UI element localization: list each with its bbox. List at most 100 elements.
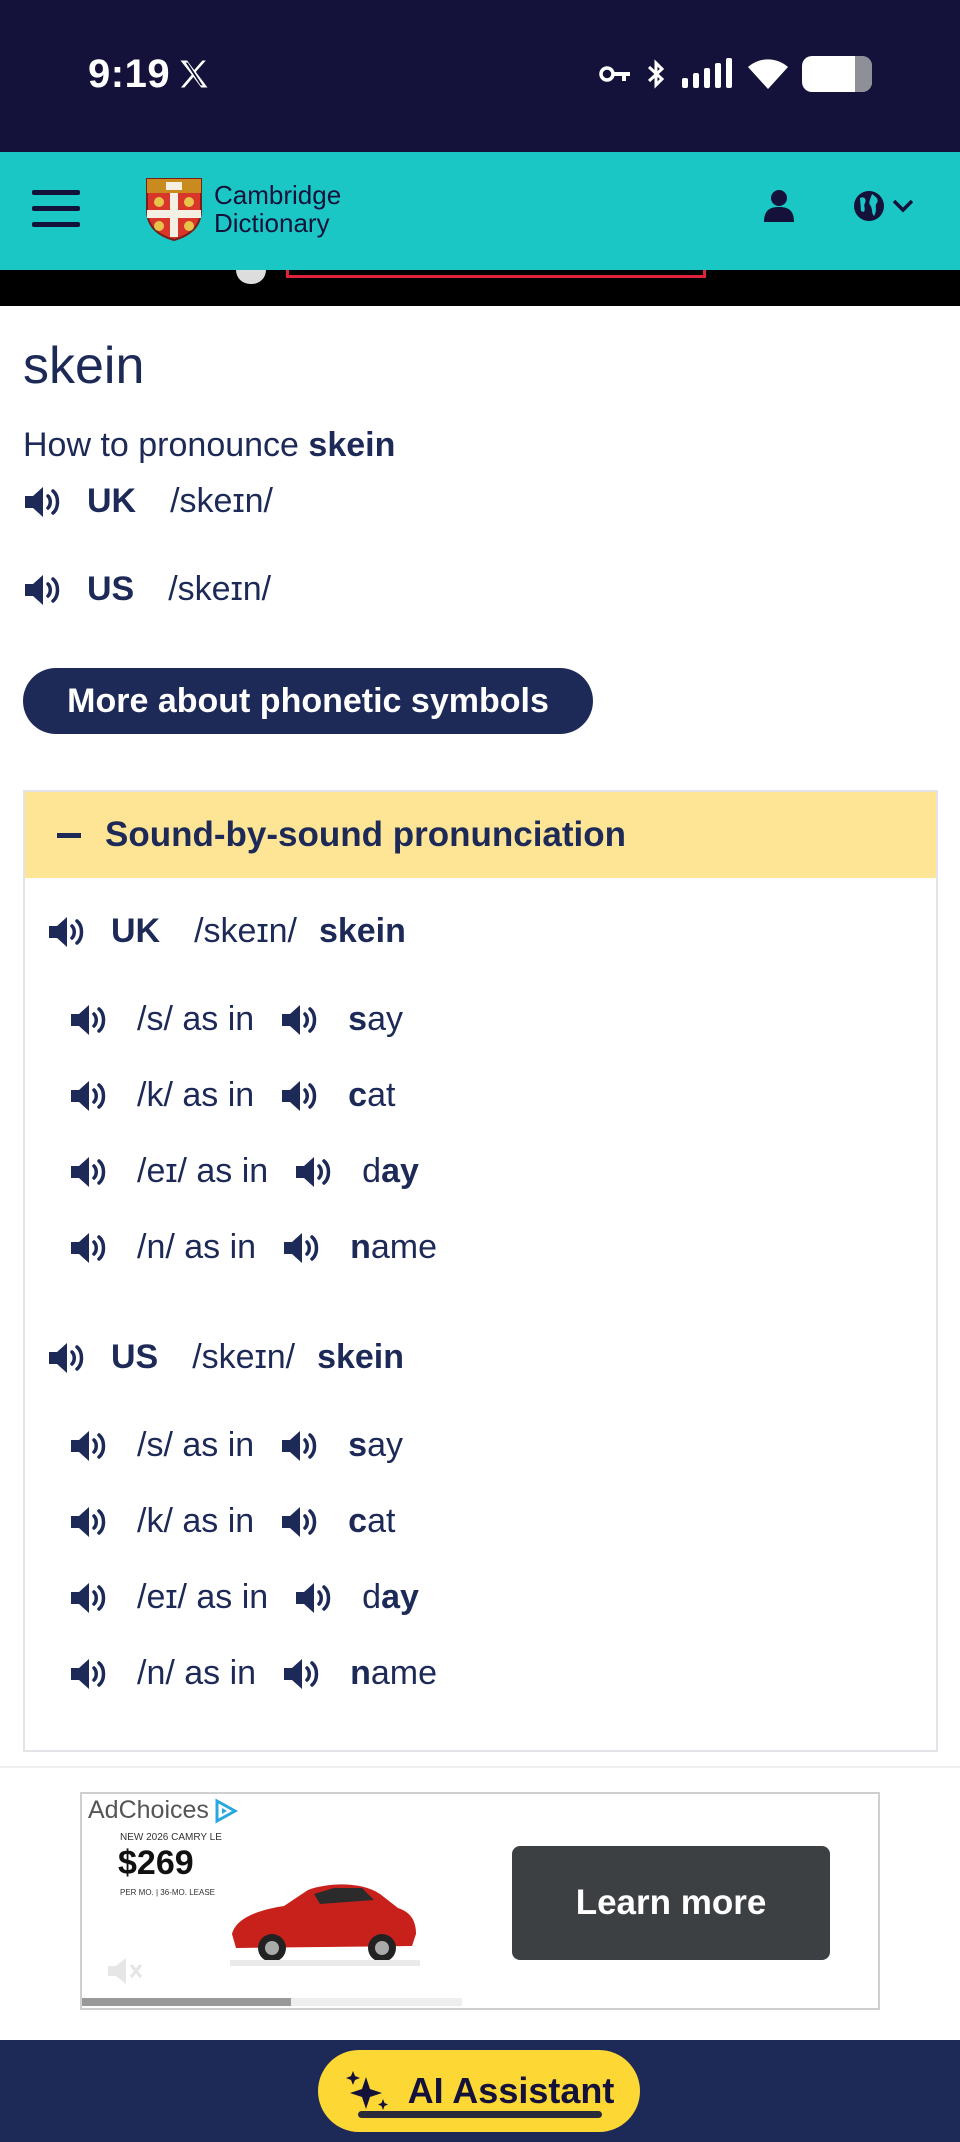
how-to-pronounce: How to pronounce skein (23, 426, 395, 465)
language-selector[interactable] (852, 188, 928, 224)
example-word: name (350, 1654, 437, 1692)
speaker-icon[interactable] (280, 1504, 322, 1540)
phoneme-label: /eɪ/ as in (137, 1578, 269, 1616)
sbs-uk-row: UK /skeɪn/ skein (47, 912, 406, 951)
phoneme-label: /k/ as in (137, 1502, 255, 1540)
uk-label: UK (87, 482, 137, 520)
sound-row: /eɪ/ as in day (69, 1578, 419, 1617)
ad-video-progress (82, 1998, 462, 2006)
sound-by-sound-header[interactable]: Sound-by-sound pronunciation (25, 792, 936, 878)
sbs-us-row: US /skeɪn/ skein (47, 1338, 404, 1377)
speaker-icon[interactable] (69, 1154, 111, 1190)
example-word: day (362, 1152, 419, 1190)
search-strip-bar[interactable] (286, 270, 706, 278)
phoneme-label: /n/ as in (137, 1228, 257, 1266)
speaker-icon[interactable] (47, 914, 89, 950)
learn-more-button[interactable]: Learn more (512, 1846, 830, 1960)
speaker-icon[interactable] (69, 1580, 111, 1616)
adchoices-link[interactable]: AdChoices (88, 1796, 239, 1825)
sbs-us-ipa: /skeɪn/ (192, 1338, 296, 1376)
status-icons (598, 56, 872, 92)
ad-model: NEW 2026 CAMRY LE (120, 1832, 222, 1843)
bottom-bar: AI Assistant (0, 2040, 960, 2142)
example-word: cat (348, 1502, 396, 1540)
user-icon[interactable] (762, 188, 796, 224)
speaker-icon[interactable] (282, 1656, 324, 1692)
signal-icon (682, 58, 732, 88)
sound-row: /k/ as in cat (69, 1502, 395, 1541)
sound-row: /k/ as in cat (69, 1076, 395, 1115)
speaker-icon[interactable] (69, 1078, 111, 1114)
x-app-icon (180, 60, 208, 88)
sbs-us-label: US (111, 1338, 159, 1376)
example-word: cat (348, 1076, 396, 1114)
speaker-icon[interactable] (280, 1428, 322, 1464)
status-time: 9:19 (88, 52, 171, 96)
phoneme-label: /s/ as in (137, 1000, 255, 1038)
bluetooth-icon (647, 59, 665, 89)
ai-assistant-label: AI Assistant (407, 2070, 615, 2111)
ad-frame[interactable]: AdChoices NEW 2026 CAMRY LE $269 PER MO.… (80, 1792, 880, 2010)
search-strip-circle (236, 270, 266, 284)
phoneme-label: /n/ as in (137, 1654, 257, 1692)
speaker-icon[interactable] (69, 1428, 111, 1464)
sound-row: /eɪ/ as in day (69, 1152, 419, 1191)
sound-row: /s/ as in say (69, 1000, 403, 1039)
word-title: skein (23, 337, 145, 395)
phonetic-symbols-button[interactable]: More about phonetic symbols (23, 668, 593, 734)
collapse-icon (57, 832, 81, 838)
crest-icon (146, 178, 202, 242)
wifi-icon (748, 59, 788, 89)
cambridge-logo[interactable]: Cambridge Dictionary (144, 176, 341, 242)
uk-ipa: /skeɪn/ (170, 482, 273, 520)
sbs-uk-label: UK (111, 912, 161, 950)
phoneme-label: /k/ as in (137, 1076, 255, 1114)
speaker-icon[interactable] (282, 1230, 324, 1266)
sound-row: /s/ as in say (69, 1426, 403, 1465)
how-to-word: skein (308, 426, 396, 464)
speaker-icon[interactable] (23, 484, 65, 520)
speaker-icon[interactable] (294, 1580, 336, 1616)
chevron-down-icon (892, 199, 914, 213)
globe-icon (854, 191, 884, 221)
sparkle-icon (345, 2071, 388, 2110)
mute-icon[interactable] (104, 1954, 144, 1988)
sbs-uk-word: skein (318, 912, 406, 950)
sbs-uk-ipa: /skeɪn/ (194, 912, 297, 950)
menu-icon[interactable] (32, 190, 80, 228)
example-word: say (348, 1426, 404, 1464)
speaker-icon[interactable] (23, 572, 65, 608)
home-indicator (358, 2111, 602, 2118)
sound-row: /n/ as in name (69, 1654, 437, 1693)
speaker-icon[interactable] (47, 1340, 89, 1376)
logo-text-line2: Dictionary (214, 208, 330, 238)
example-word: say (348, 1000, 404, 1038)
us-pronunciation: US /skeɪn/ (23, 570, 271, 609)
sound-by-sound-panel: Sound-by-sound pronunciation UK /skeɪn/ … (23, 790, 938, 1752)
example-word: day (362, 1578, 419, 1616)
speaker-icon[interactable] (69, 1230, 111, 1266)
logo-text-line1: Cambridge (214, 180, 342, 210)
phoneme-label: /eɪ/ as in (137, 1152, 269, 1190)
speaker-icon[interactable] (280, 1002, 322, 1038)
how-to-prefix: How to pronounce (23, 426, 309, 464)
sound-row: /n/ as in name (69, 1228, 437, 1267)
sound-by-sound-heading: Sound-by-sound pronunciation (105, 815, 627, 854)
battery-icon (802, 56, 872, 92)
sbs-us-word: skein (317, 1338, 405, 1376)
adchoices-label: AdChoices (88, 1796, 209, 1824)
ai-assistant-button[interactable]: AI Assistant (318, 2050, 640, 2132)
speaker-icon[interactable] (69, 1504, 111, 1540)
us-label: US (87, 570, 135, 608)
phoneme-label: /s/ as in (137, 1426, 255, 1464)
us-ipa: /skeɪn/ (168, 570, 272, 608)
speaker-icon[interactable] (280, 1078, 322, 1114)
speaker-icon[interactable] (294, 1154, 336, 1190)
speaker-icon[interactable] (69, 1002, 111, 1038)
car-image (230, 1884, 420, 1966)
vpn-key-icon (599, 66, 630, 82)
ad-banner-area: AdChoices NEW 2026 CAMRY LE $269 PER MO.… (0, 1766, 960, 2040)
speaker-icon[interactable] (69, 1656, 111, 1692)
ad-terms: PER MO. | 36-MO. LEASE (120, 1888, 215, 1897)
status-bar: 9:19 (0, 0, 960, 152)
